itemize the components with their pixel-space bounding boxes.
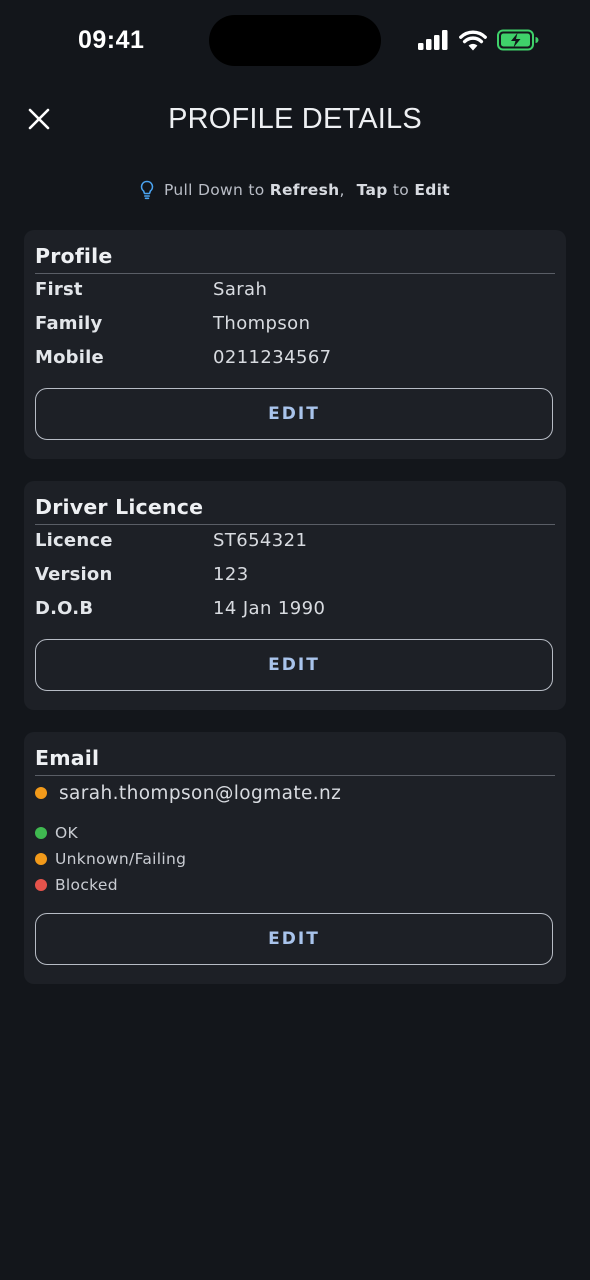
page-title: PROFILE DETAILS xyxy=(168,103,422,135)
unknown-dot xyxy=(35,853,47,865)
profile-card-title: Profile xyxy=(35,244,113,268)
hint-separator: , xyxy=(339,181,345,199)
row-label: Mobile xyxy=(35,346,104,368)
status-time: 09:41 xyxy=(78,26,145,54)
legend-label: Unknown/Failing xyxy=(55,850,187,868)
hint-edit: Edit xyxy=(414,181,450,199)
licence-edit-button[interactable]: EDIT xyxy=(35,639,553,691)
email-edit-button[interactable]: EDIT xyxy=(35,913,553,965)
row-label: D.O.B xyxy=(35,597,94,619)
divider xyxy=(35,524,555,525)
divider xyxy=(35,775,555,776)
hint-tap: Tap xyxy=(356,181,388,199)
row-value: Sarah xyxy=(213,278,268,300)
licence-card: Driver Licence Licence ST654321 Version … xyxy=(24,481,566,710)
legend-item-unknown: Unknown/Failing xyxy=(35,846,186,872)
lightbulb-icon xyxy=(140,180,154,200)
email-status-legend: OK Unknown/Failing Blocked xyxy=(35,820,186,898)
email-status-dot xyxy=(35,787,47,799)
licence-row-version: Version 123 xyxy=(35,561,555,587)
profile-card: Profile First Sarah Family Thompson Mobi… xyxy=(24,230,566,459)
ok-dot xyxy=(35,827,47,839)
row-label: Version xyxy=(35,563,113,585)
profile-row-mobile: Mobile 0211234567 xyxy=(35,344,555,370)
legend-label: OK xyxy=(55,824,78,842)
licence-card-title: Driver Licence xyxy=(35,495,204,519)
refresh-hint: Pull Down to Refresh, Tap to Edit xyxy=(0,180,590,200)
hint-refresh: Refresh xyxy=(269,181,340,199)
email-card: Email sarah.thompson@logmate.nz OK Unkno… xyxy=(24,732,566,984)
row-value: 123 xyxy=(213,563,249,585)
row-value: 14 Jan 1990 xyxy=(213,597,326,619)
hint-text-1: Pull Down to xyxy=(164,181,270,199)
profile-row-family: Family Thompson xyxy=(35,310,555,336)
legend-item-blocked: Blocked xyxy=(35,872,186,898)
signal-icon xyxy=(418,30,449,50)
hint-text-2: to xyxy=(387,181,415,199)
row-label: Licence xyxy=(35,529,113,551)
email-address-row: sarah.thompson@logmate.nz xyxy=(35,780,341,806)
legend-item-ok: OK xyxy=(35,820,186,846)
legend-label: Blocked xyxy=(55,876,118,894)
email-card-title: Email xyxy=(35,746,100,770)
row-label: Family xyxy=(35,312,103,334)
dynamic-island xyxy=(209,15,381,66)
wifi-icon xyxy=(459,30,487,51)
licence-row-number: Licence ST654321 xyxy=(35,527,555,553)
blocked-dot xyxy=(35,879,47,891)
battery-charging-icon xyxy=(497,29,539,51)
profile-row-first: First Sarah xyxy=(35,276,555,302)
status-bar: 09:41 xyxy=(0,0,590,80)
status-icons xyxy=(418,28,539,52)
row-label: First xyxy=(35,278,83,300)
licence-row-dob: D.O.B 14 Jan 1990 xyxy=(35,595,555,621)
divider xyxy=(35,273,555,274)
row-value: Thompson xyxy=(213,312,311,334)
profile-edit-button[interactable]: EDIT xyxy=(35,388,553,440)
email-address: sarah.thompson@logmate.nz xyxy=(59,782,342,804)
row-value: ST654321 xyxy=(213,529,308,551)
row-value: 0211234567 xyxy=(213,346,332,368)
